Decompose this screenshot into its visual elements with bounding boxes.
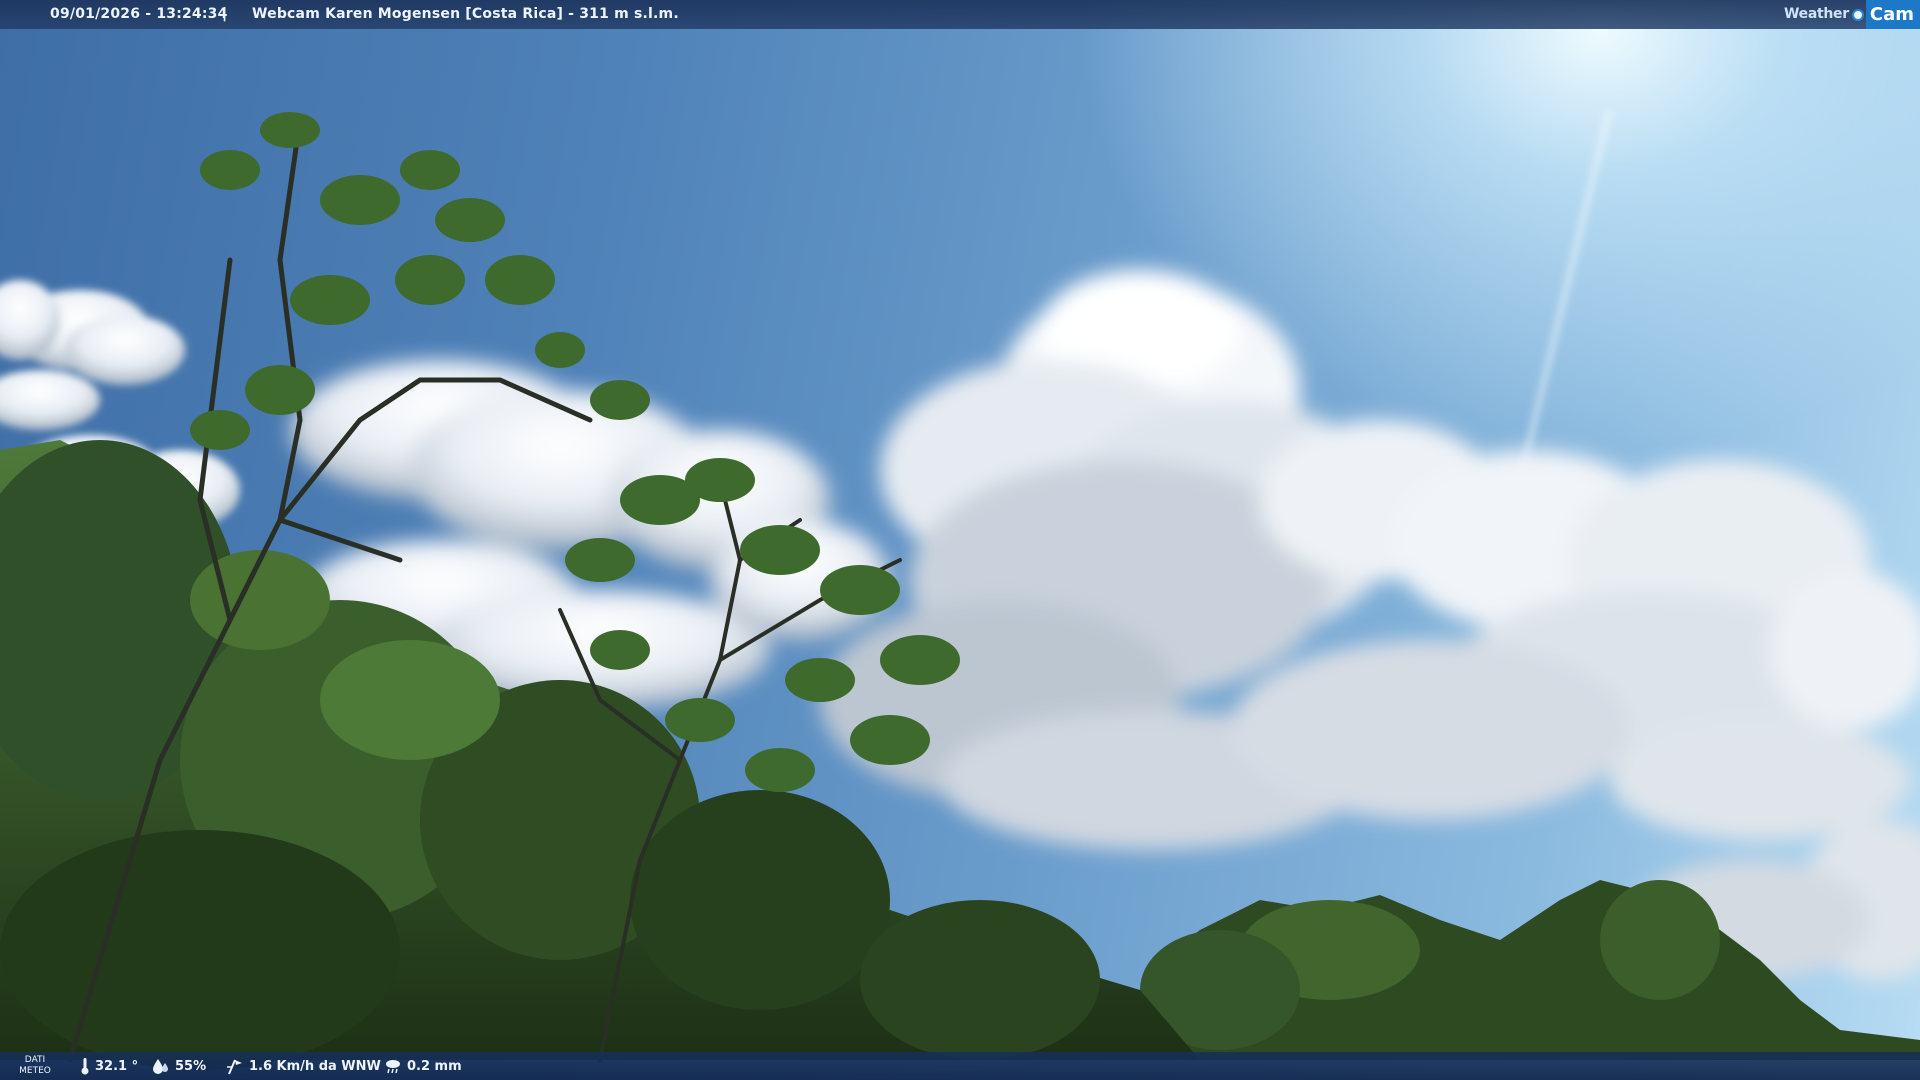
webcam-frame: 09/01/2026 - 13:24:34 | Webcam Karen Mog… xyxy=(0,0,1920,1080)
weather-label-line1: DATI xyxy=(24,1055,46,1065)
humidity-reading: 55% xyxy=(152,1052,206,1080)
temperature-value: 32.1 ° xyxy=(95,1058,139,1074)
wind-value: 1.6 Km/h da WNW xyxy=(249,1058,381,1074)
humidity-drops-icon xyxy=(153,1059,168,1074)
capture-datetime: 09/01/2026 - 13:24:34 xyxy=(50,6,228,22)
cloud-cumulus-main xyxy=(820,270,1920,980)
logo-word-weather: Weather xyxy=(1784,6,1849,22)
rain-cloud-icon xyxy=(386,1060,400,1074)
weather-data-bar: DATI METEO 32.1 ° 55% 1.6 Km/h da WNW 0.… xyxy=(0,1052,1920,1080)
landscape-scene xyxy=(0,110,1920,1070)
rain-reading: 0.2 mm xyxy=(384,1052,462,1080)
weather-label-line2: METEO xyxy=(19,1066,51,1076)
wind-vane-icon xyxy=(227,1059,242,1075)
sun-dot-icon xyxy=(1851,8,1864,21)
header-separator: | xyxy=(222,6,228,22)
wind-reading: 1.6 Km/h da WNW xyxy=(226,1052,381,1080)
webcam-title: Webcam Karen Mogensen [Costa Rica] - 311… xyxy=(252,6,679,22)
weather-data-label: DATI METEO xyxy=(18,1055,52,1077)
rain-value: 0.2 mm xyxy=(407,1058,462,1074)
weathercam-logo: Weather Cam xyxy=(1784,0,1920,29)
logo-word-cam: Cam xyxy=(1865,0,1920,29)
sun-glare-streak xyxy=(1520,110,1612,470)
webcam-header-bar: 09/01/2026 - 13:24:34 | Webcam Karen Mog… xyxy=(0,0,1920,29)
humidity-value: 55% xyxy=(175,1058,207,1074)
temperature-reading: 32.1 ° xyxy=(80,1052,138,1080)
thermometer-icon xyxy=(81,1058,89,1075)
